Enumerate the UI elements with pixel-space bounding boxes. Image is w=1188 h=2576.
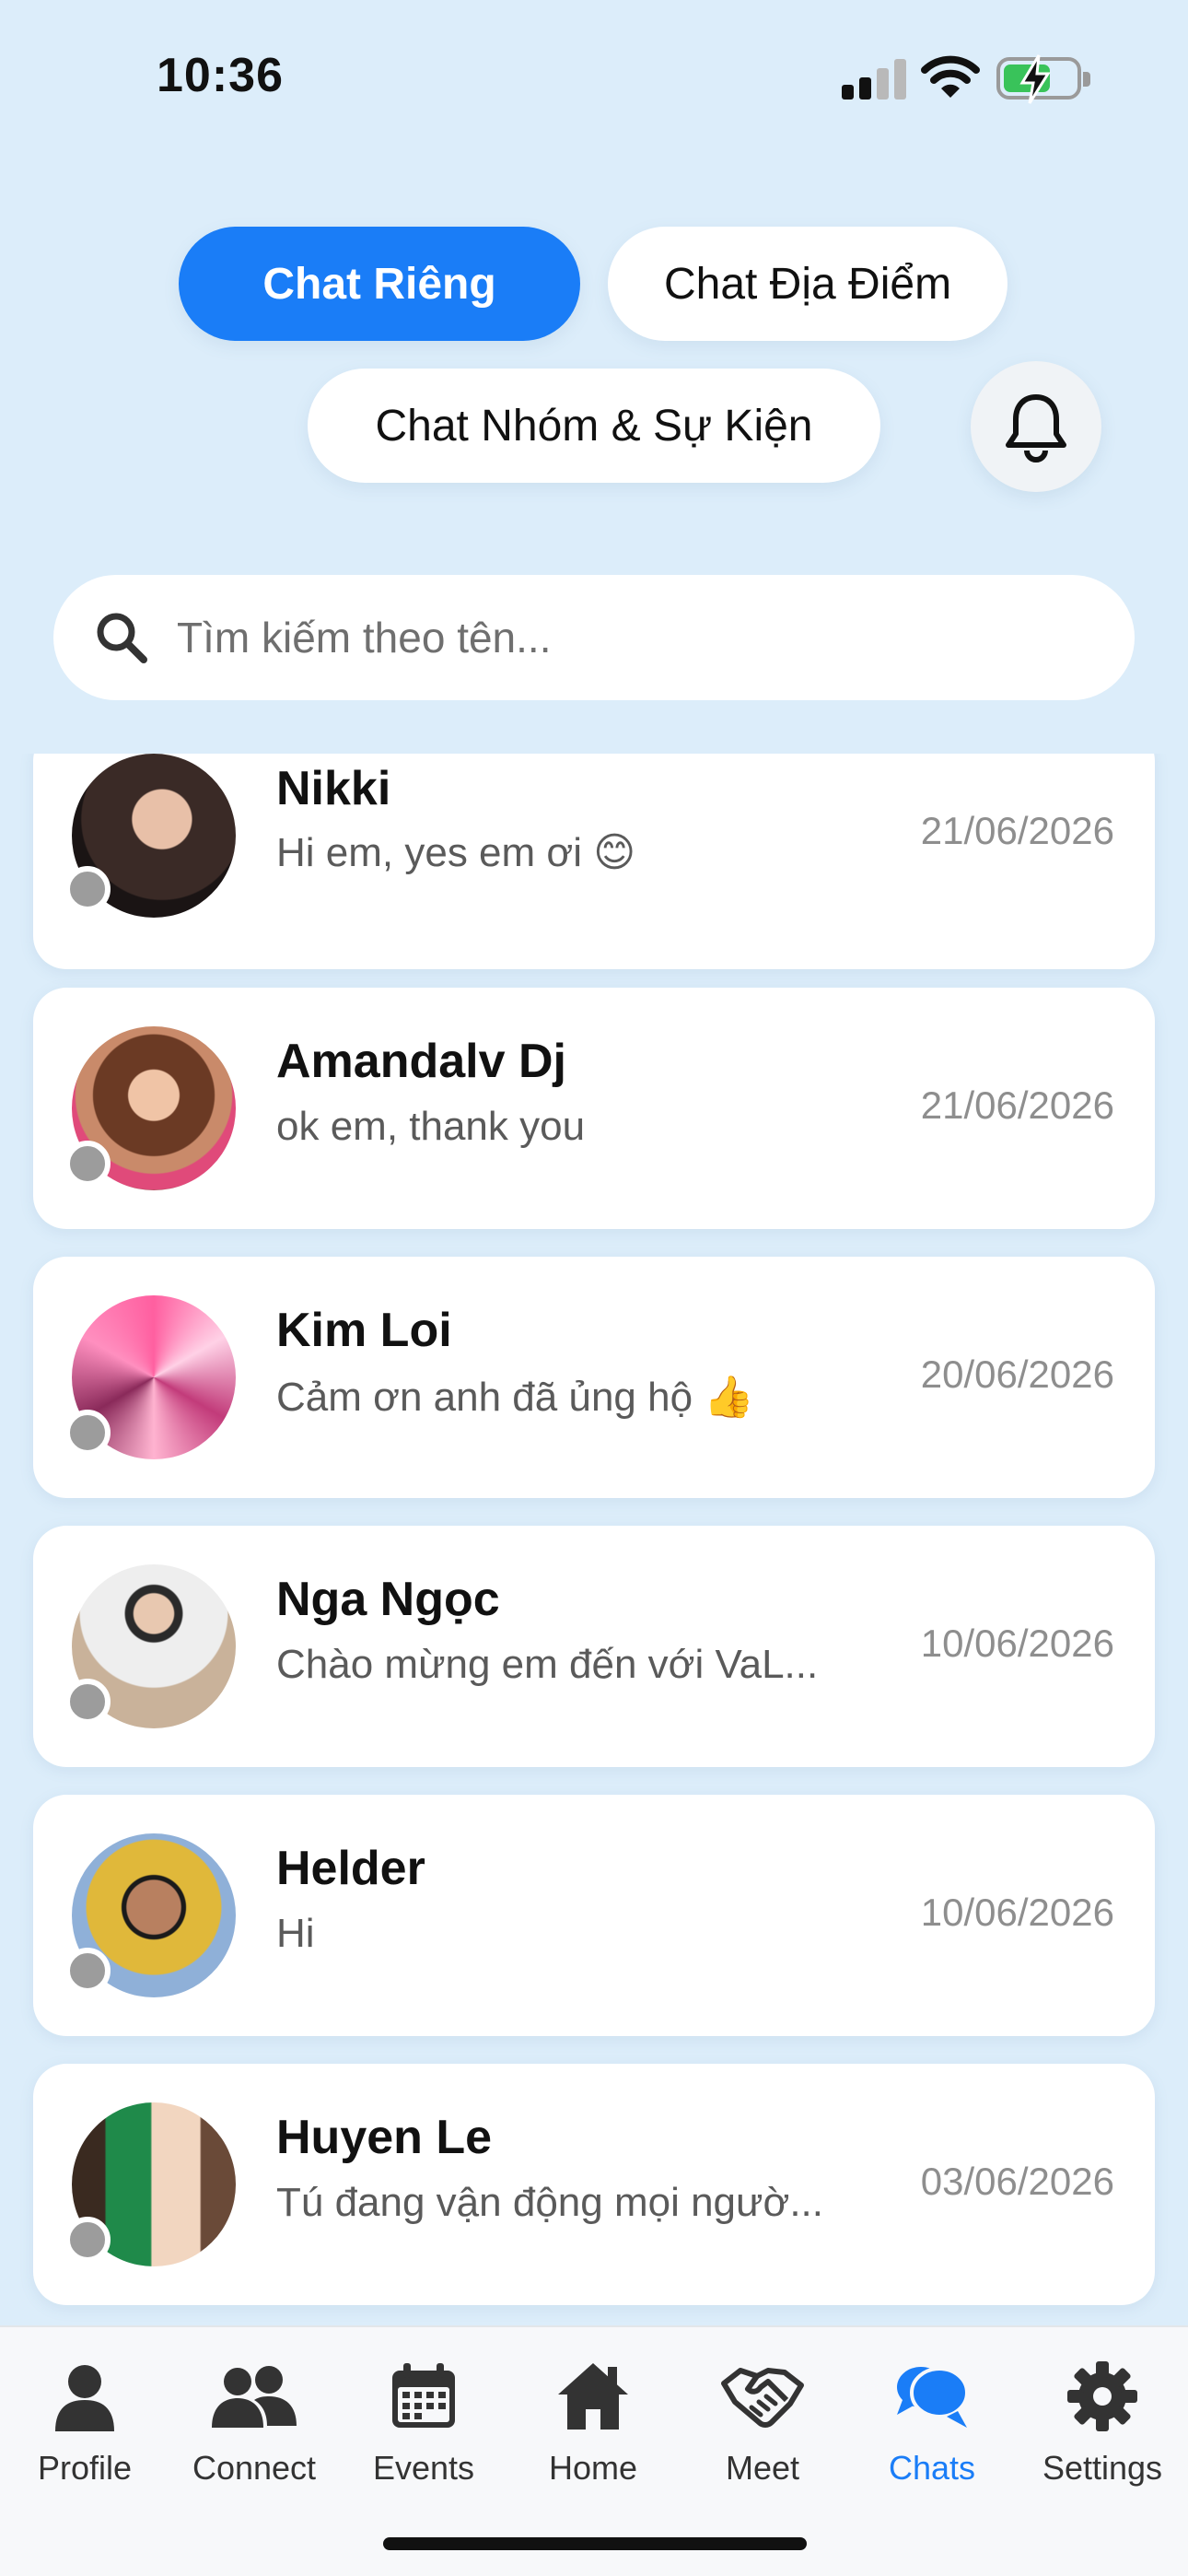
presence-indicator	[64, 2217, 111, 2263]
person-icon	[55, 2365, 114, 2431]
chat-item-huyen-le[interactable]: Huyen Le Tú đang vận động mọi ngườ... 03…	[33, 2064, 1155, 2305]
chat-date: 20/06/2026	[920, 1352, 1114, 1396]
nav-label: Meet	[725, 2449, 800, 2487]
chat-date: 03/06/2026	[920, 2160, 1114, 2203]
nav-label: Events	[372, 2449, 475, 2487]
nav-events[interactable]: Events	[339, 2346, 508, 2488]
search-icon	[97, 613, 147, 663]
chat-last-message: Hi em, yes em ơi 😊	[276, 830, 636, 875]
chat-last-message: Chào mừng em đến với VaL...	[276, 1642, 819, 1687]
calendar-icon	[392, 2363, 455, 2428]
chat-name: Kim Loi	[276, 1304, 452, 1357]
chat-item-kim-loi[interactable]: Kim Loi Cảm ơn anh đã ủng hộ 👍 20/06/202…	[33, 1257, 1155, 1498]
nav-label: Chats	[888, 2449, 976, 2487]
chat-item-helder[interactable]: Helder Hi 10/06/2026	[33, 1795, 1155, 2036]
home-icon	[558, 2363, 628, 2430]
chat-date: 10/06/2026	[920, 1891, 1114, 1934]
search-input[interactable]	[177, 613, 1098, 662]
chat-last-message: Tú đang vận động mọi ngườ...	[276, 2180, 823, 2225]
nav-label: Settings	[1042, 2449, 1163, 2487]
presence-indicator	[64, 1948, 111, 1994]
home-indicator[interactable]	[383, 2537, 807, 2550]
bell-icon	[1006, 394, 1066, 463]
nav-chats[interactable]: Chats	[847, 2346, 1017, 2488]
status-time: 10:36	[157, 49, 284, 102]
nav-label: Profile	[37, 2449, 133, 2487]
chat-list[interactable]: Nikki Hi em, yes em ơi 😊 21/06/2026 Aman…	[0, 754, 1188, 2325]
tab-chat-dia-diem[interactable]: Chat Địa Điểm	[608, 227, 1007, 341]
status-bar: 10:36	[0, 0, 1188, 157]
nav-label: Connect	[192, 2449, 317, 2487]
chat-bubbles-icon	[897, 2367, 969, 2428]
tab-chat-rieng[interactable]: Chat Riêng	[179, 227, 580, 341]
handshake-icon	[721, 2368, 804, 2428]
notification-button[interactable]	[971, 361, 1101, 492]
chat-name: Huyen Le	[276, 2111, 493, 2164]
presence-indicator	[64, 1141, 111, 1187]
nav-settings[interactable]: Settings	[1017, 2346, 1188, 2488]
presence-indicator	[64, 1410, 111, 1456]
nav-label: Home	[548, 2449, 638, 2487]
wifi-icon	[921, 55, 980, 98]
chat-date: 21/06/2026	[920, 1083, 1114, 1127]
nav-profile[interactable]: Profile	[0, 2346, 169, 2488]
search-bar[interactable]	[53, 575, 1135, 700]
people-icon	[212, 2366, 297, 2428]
nav-home[interactable]: Home	[508, 2346, 678, 2488]
chat-name: Helder	[276, 1842, 425, 1895]
nav-connect[interactable]: Connect	[169, 2346, 339, 2488]
nav-meet[interactable]: Meet	[678, 2346, 847, 2488]
chat-last-message: Hi	[276, 1911, 315, 1956]
presence-indicator	[64, 1679, 111, 1725]
gear-icon	[1067, 2361, 1137, 2431]
chat-date: 10/06/2026	[920, 1622, 1114, 1665]
chat-item-nga-ngoc[interactable]: Nga Ngọc Chào mừng em đến với VaL... 10/…	[33, 1526, 1155, 1767]
presence-indicator	[64, 866, 111, 912]
tab-chat-nhom-su-kien[interactable]: Chat Nhóm & Sự Kiện	[308, 369, 880, 483]
chat-item-nikki[interactable]: Nikki Hi em, yes em ơi 😊 21/06/2026	[33, 754, 1155, 969]
chat-last-message: Cảm ơn anh đã ủng hộ 👍	[276, 1375, 755, 1420]
chat-last-message: ok em, thank you	[276, 1104, 586, 1149]
cellular-signal-icon	[842, 59, 906, 100]
chat-name: Amandalv Dj	[276, 1035, 566, 1088]
chat-name: Nikki	[276, 762, 391, 815]
chat-date: 21/06/2026	[920, 809, 1114, 852]
battery-icon	[996, 54, 1090, 104]
chat-item-amandalv-dj[interactable]: Amandalv Dj ok em, thank you 21/06/2026	[33, 988, 1155, 1229]
chat-name: Nga Ngọc	[276, 1573, 500, 1626]
